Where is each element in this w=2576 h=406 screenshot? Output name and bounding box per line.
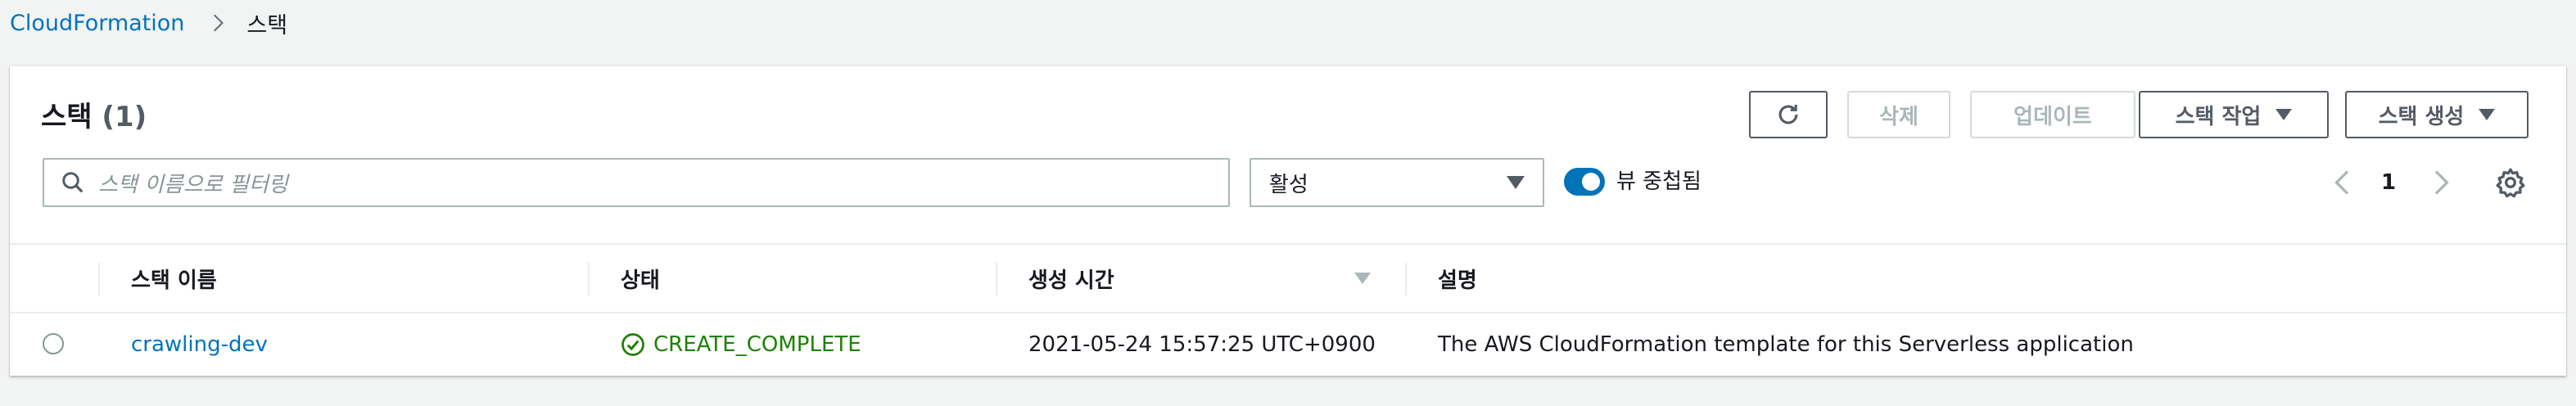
breadcrumb: CloudFormation 스택	[10, 0, 287, 46]
caret-down-icon	[2479, 109, 2496, 120]
refresh-icon	[1774, 101, 1802, 129]
previous-page-icon[interactable]	[2330, 168, 2355, 197]
stack-actions-label: 스택 작업	[2175, 104, 2262, 129]
success-check-icon	[621, 332, 645, 357]
stacks-panel: 스택 (1) 삭제 업데이트 스택 작업 스택 생성 스택 이름으로 필터링 활…	[10, 65, 2566, 376]
stack-created-time: 2021-05-24 15:57:25 UTC+0900	[1028, 332, 1376, 357]
stack-status: CREATE_COMPLETE	[621, 314, 861, 376]
caret-down-icon	[2275, 109, 2293, 120]
column-header-status[interactable]: 상태	[621, 245, 660, 312]
column-divider	[996, 263, 997, 295]
column-header-description[interactable]: 설명	[1438, 245, 1477, 312]
breadcrumb-cloudformation-link[interactable]: CloudFormation	[10, 11, 184, 36]
panel-title: 스택 (1)	[41, 94, 147, 134]
page-number[interactable]: 1	[2381, 166, 2396, 199]
create-stack-button[interactable]: 스택 생성	[2345, 91, 2529, 138]
create-stack-label: 스택 생성	[2378, 104, 2465, 129]
stack-name-link[interactable]: crawling-dev	[131, 332, 268, 357]
table-header: 스택 이름 상태 생성 시간 설명	[10, 243, 2566, 314]
delete-button[interactable]: 삭제	[1847, 91, 1950, 138]
column-divider	[588, 263, 590, 295]
row-select-radio[interactable]	[43, 333, 64, 354]
column-divider	[98, 263, 100, 295]
chevron-right-icon	[207, 12, 228, 34]
status-filter-value: 활성	[1269, 172, 1308, 197]
caret-down-icon	[1507, 176, 1525, 189]
column-header-created[interactable]: 생성 시간	[1028, 245, 1114, 312]
column-header-name[interactable]: 스택 이름	[131, 245, 217, 312]
status-filter-select[interactable]: 활성	[1250, 158, 1544, 207]
stack-count: (1)	[102, 101, 147, 133]
panel-title-text: 스택	[41, 101, 93, 133]
gear-icon[interactable]	[2494, 166, 2527, 199]
nested-view-toggle[interactable]	[1564, 168, 1605, 196]
breadcrumb-current: 스택	[246, 12, 288, 38]
column-divider	[1405, 263, 1407, 295]
stack-description: The AWS CloudFormation template for this…	[1438, 332, 2134, 357]
search-icon	[61, 170, 85, 195]
update-button[interactable]: 업데이트	[1970, 91, 2135, 138]
stack-status-text: CREATE_COMPLETE	[653, 332, 861, 357]
sort-descending-icon[interactable]	[1354, 273, 1371, 284]
stack-actions-button[interactable]: 스택 작업	[2139, 91, 2329, 138]
toggle-knob	[1582, 173, 1600, 191]
search-placeholder: 스택 이름으로 필터링	[98, 172, 288, 197]
next-page-icon[interactable]	[2429, 168, 2453, 197]
table-row[interactable]: crawling-dev CREATE_COMPLETE 2021-05-24 …	[10, 314, 2566, 376]
refresh-button[interactable]	[1749, 91, 1828, 138]
search-input[interactable]: 스택 이름으로 필터링	[43, 158, 1230, 207]
nested-view-label: 뷰 중첩됨	[1616, 169, 1702, 194]
